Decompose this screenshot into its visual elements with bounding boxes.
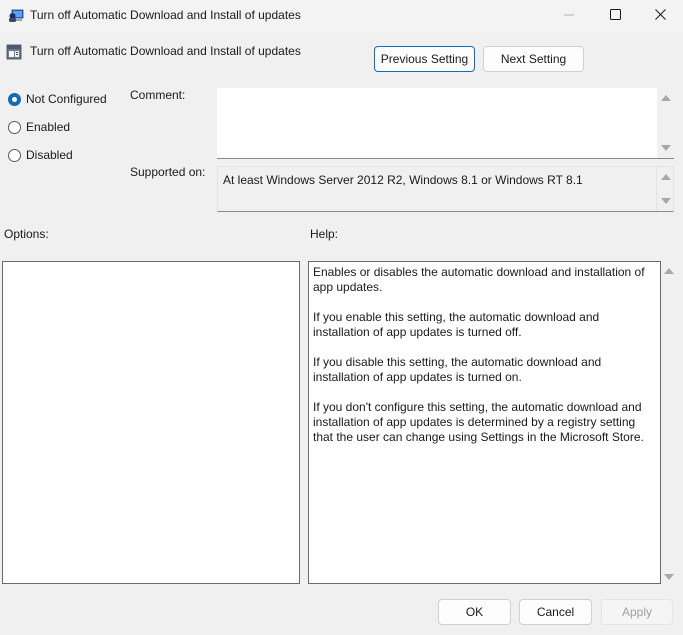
policy-setting-icon xyxy=(6,44,22,60)
policy-name: Turn off Automatic Download and Install … xyxy=(30,44,301,58)
group-policy-editor-icon xyxy=(8,8,24,24)
help-paragraph: Enables or disables the automatic downlo… xyxy=(313,265,645,294)
help-paragraph: If you enable this setting, the automati… xyxy=(313,310,600,339)
supported-on-value: At least Windows Server 2012 R2, Windows… xyxy=(223,173,583,187)
supported-on-label: Supported on: xyxy=(130,165,206,179)
comment-label: Comment: xyxy=(130,88,186,102)
help-paragraph: If you disable this setting, the automat… xyxy=(313,355,602,384)
maximize-icon xyxy=(609,9,621,23)
ok-button[interactable]: OK xyxy=(438,599,511,625)
maximize-button[interactable] xyxy=(592,0,638,32)
radio-enabled[interactable]: Enabled xyxy=(8,119,70,135)
previous-setting-button[interactable]: Previous Setting xyxy=(374,46,475,72)
supported-on-field: At least Windows Server 2012 R2, Windows… xyxy=(217,166,674,212)
radio-indicator-checked[interactable] xyxy=(8,92,21,106)
scroll-down-icon[interactable] xyxy=(661,198,671,204)
window-title: Turn off Automatic Download and Install … xyxy=(30,8,301,22)
radio-label: Not Configured xyxy=(26,92,107,106)
radio-not-configured[interactable]: Not Configured xyxy=(8,91,107,107)
close-icon xyxy=(654,9,666,23)
supported-scrollbar[interactable] xyxy=(656,167,673,211)
close-button[interactable] xyxy=(637,0,683,32)
radio-label: Enabled xyxy=(26,120,71,134)
options-label: Options: xyxy=(4,227,49,241)
help-text: Enables or disables the automatic downlo… xyxy=(309,262,660,445)
comment-scrollbar[interactable] xyxy=(657,88,674,158)
scroll-down-icon[interactable] xyxy=(664,574,674,580)
scroll-up-icon[interactable] xyxy=(664,268,674,274)
options-panel xyxy=(2,261,300,584)
minimize-button[interactable] xyxy=(546,0,592,32)
apply-button[interactable]: Apply xyxy=(601,599,673,625)
scroll-down-icon[interactable] xyxy=(661,145,671,151)
radio-label: Disabled xyxy=(26,148,73,162)
help-label: Help: xyxy=(310,227,339,241)
help-panel: Enables or disables the automatic downlo… xyxy=(308,261,661,584)
radio-disabled[interactable]: Disabled xyxy=(8,147,73,163)
comment-textbox[interactable] xyxy=(217,88,674,159)
radio-indicator[interactable] xyxy=(8,148,21,162)
scroll-up-icon[interactable] xyxy=(661,174,671,180)
help-paragraph: If you don't configure this setting, the… xyxy=(313,400,644,444)
next-setting-button[interactable]: Next Setting xyxy=(483,46,584,72)
cancel-button[interactable]: Cancel xyxy=(519,599,592,625)
title-bar: Turn off Automatic Download and Install … xyxy=(0,0,683,32)
help-scrollbar[interactable] xyxy=(661,262,678,584)
radio-indicator[interactable] xyxy=(8,120,21,134)
scroll-up-icon[interactable] xyxy=(661,95,671,101)
minimize-icon xyxy=(564,9,574,23)
